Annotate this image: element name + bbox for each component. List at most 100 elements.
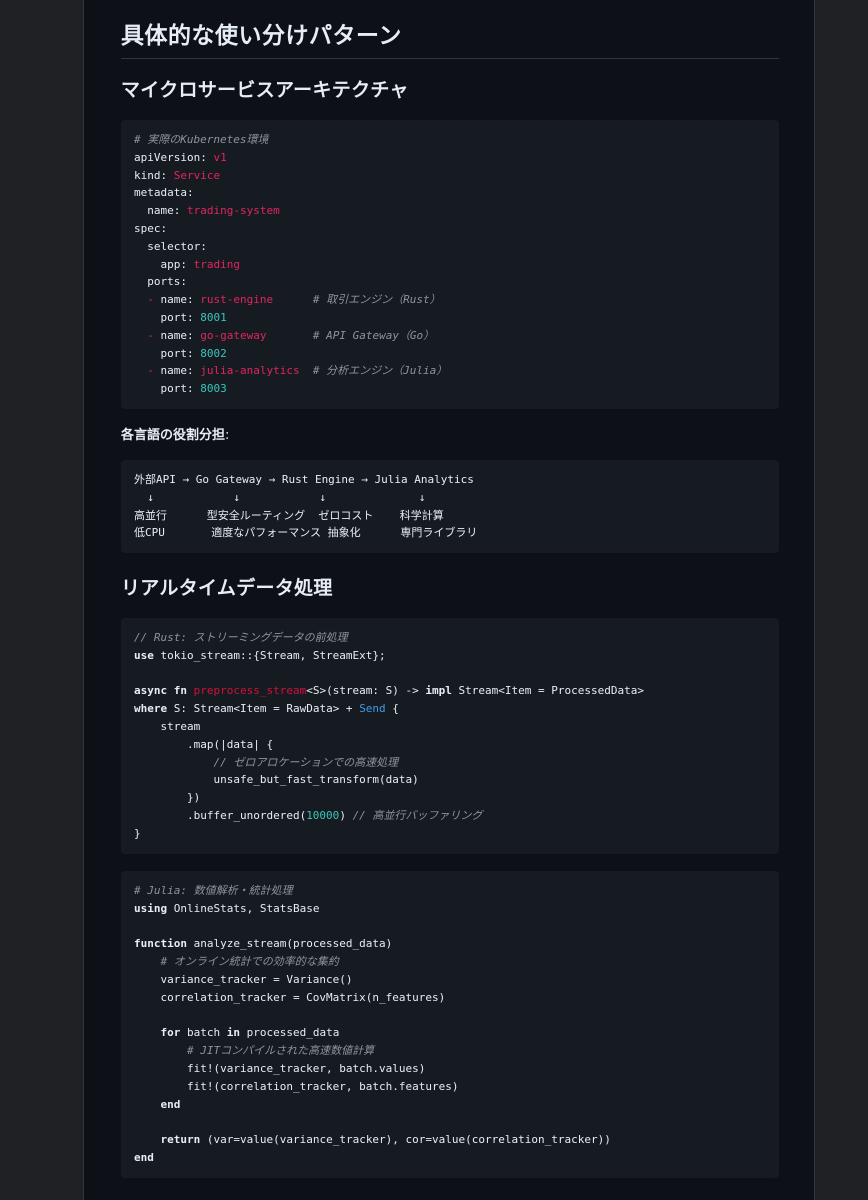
code-token: go-gateway — [200, 328, 267, 342]
code-line: 低CPU 適度なパフォーマンス 抽象化 専門ライブラリ — [134, 524, 766, 542]
code-line: end — [134, 1149, 766, 1167]
code-token: use — [134, 648, 154, 662]
code-line: # JITコンパイルされた高速数値計算 — [134, 1042, 766, 1060]
code-token: 低CPU 適度なパフォーマンス 抽象化 専門ライブラリ — [134, 526, 478, 540]
code-token: variance_tracker = Variance() — [134, 972, 353, 986]
code-token: OnlineStats, StatsBase — [167, 901, 320, 915]
code-line: unsafe_but_fast_transform(data) — [134, 771, 766, 789]
code-line: spec: — [134, 220, 766, 238]
code-token: 8001 — [200, 310, 227, 324]
code-line: - name: rust-engine # 取引エンジン（Rust） — [134, 291, 766, 309]
roles-label-text: 各言語の役割分担 — [121, 428, 226, 443]
code-token: fit!(variance_tracker, batch.values) — [134, 1061, 426, 1075]
code-block-kubernetes[interactable]: # 実際のKubernetes環境 apiVersion: v1 kind: Ser… — [121, 120, 779, 409]
code-line: name: trading-system — [134, 202, 766, 220]
code-line: stream — [134, 718, 766, 736]
code-token: processed_data — [239, 1026, 340, 1040]
code-line: fit!(correlation_tracker, batch.features… — [134, 1078, 766, 1096]
code-token: }) — [134, 791, 201, 805]
code-token: name: — [134, 204, 187, 218]
code-line: # オンライン統計での効率的な集約 — [134, 953, 766, 971]
code-line: selector: — [134, 238, 766, 256]
code-token: 高並行 型安全ルーティング ゼロコスト 科学計算 — [134, 508, 444, 522]
code-token: 8002 — [200, 346, 227, 360]
code-line: variance_tracker = Variance() — [134, 971, 766, 989]
code-token: kind: — [134, 168, 174, 182]
code-token: # API Gateway（Go） — [312, 328, 435, 342]
code-token: in — [226, 1026, 240, 1040]
code-token: ↓ ↓ ↓ ↓ — [134, 490, 426, 504]
code-token: # 実際のKubernetes環境 — [134, 133, 269, 146]
code-token: 外部API → Go Gateway → Rust Engine → Julia… — [134, 473, 474, 486]
code-token: { — [385, 702, 399, 716]
code-block-julia[interactable]: # Julia: 数値解析・統計処理 using OnlineStats, Sta… — [121, 871, 779, 1178]
code-token: apiVersion: — [134, 150, 214, 164]
code-line: - name: go-gateway # API Gateway（Go） — [134, 327, 766, 345]
code-token: v1 — [213, 150, 227, 164]
code-token: tokio_stream::{Stream, StreamExt}; — [153, 648, 386, 662]
code-token: async fn — [134, 684, 187, 698]
code-token: spec: — [134, 221, 168, 235]
code-token: stream — [134, 719, 201, 733]
code-token: impl — [425, 684, 452, 698]
code-token: .buffer_unordered( — [134, 808, 307, 822]
code-token: batch — [180, 1026, 227, 1040]
code-token: end — [134, 1150, 154, 1164]
code-token: rust-engine — [200, 293, 274, 307]
code-token: Service — [173, 168, 221, 182]
code-token: unsafe_but_fast_transform(data) — [134, 773, 419, 787]
code-line: # 実際のKubernetes環境 — [134, 131, 766, 149]
roles-label: 各言語の役割分担: — [121, 426, 229, 446]
code-token: # 分析エンジン（Julia） — [312, 364, 448, 378]
code-line: return (var=value(variance_tracker), cor… — [134, 1131, 766, 1149]
code-token: trading — [193, 257, 240, 271]
code-block-roles[interactable]: 外部API → Go Gateway → Rust Engine → Julia… — [121, 460, 779, 554]
code-token: # オンライン統計での効率的な集約 — [160, 955, 339, 969]
code-line: app: trading — [134, 256, 766, 274]
code-line: .buffer_unordered(10000) // 高並行バッファリング — [134, 807, 766, 825]
code-line: async fn preprocess_stream<S>(stream: S)… — [134, 682, 766, 700]
code-token: # 取引エンジン（Rust） — [312, 293, 441, 307]
code-token: ) — [339, 808, 353, 822]
code-line: fit!(variance_tracker, batch.values) — [134, 1060, 766, 1078]
code-line: for batch in processed_data — [134, 1024, 766, 1042]
code-line: .map(|data| { — [134, 736, 766, 754]
code-token: for — [160, 1026, 181, 1040]
code-line: correlation_tracker = CovMatrix(n_featur… — [134, 989, 766, 1007]
code-token: correlation_tracker = CovMatrix(n_featur… — [134, 990, 446, 1004]
code-token: end — [160, 1097, 181, 1111]
code-token: .map(|data| { — [134, 737, 274, 751]
code-token: // 高並行バッファリング — [352, 808, 483, 822]
code-token: analyze_stream(processed_data) — [186, 937, 393, 951]
code-token: name: — [160, 293, 201, 307]
code-line: where S: Stream<Item = RawData> + Send { — [134, 700, 766, 718]
code-token: # Julia: 数値解析・統計処理 — [134, 884, 293, 897]
code-line: ↓ ↓ ↓ ↓ — [134, 489, 766, 507]
code-line: } — [134, 825, 766, 843]
code-token: fit!(correlation_tracker, batch.features… — [134, 1079, 459, 1093]
code-token: preprocess_stream — [193, 684, 307, 698]
code-block-rust[interactable]: // Rust: ストリーミングデータの前処理 use tokio_stream:… — [121, 618, 779, 854]
code-token: Send — [359, 702, 386, 716]
code-token: port: — [134, 310, 201, 324]
code-token: selector: — [134, 239, 207, 253]
code-token: julia-analytics — [200, 364, 300, 378]
code-line: 高並行 型安全ルーティング ゼロコスト 科学計算 — [134, 507, 766, 525]
code-token: app: — [134, 257, 194, 271]
article-page: 具体的な使い分けパターン マイクロサービスアーキテクチャ # 実際のKubern… — [83, 0, 815, 1200]
heading-realtime: リアルタイムデータ処理 — [121, 577, 333, 599]
code-token: - — [134, 364, 161, 378]
code-token: port: — [134, 382, 201, 396]
code-token: using — [134, 901, 168, 915]
code-line: function analyze_stream(processed_data) — [134, 935, 766, 953]
code-token: port: — [134, 346, 201, 360]
code-line: # Julia: 数値解析・統計処理 — [134, 882, 766, 900]
